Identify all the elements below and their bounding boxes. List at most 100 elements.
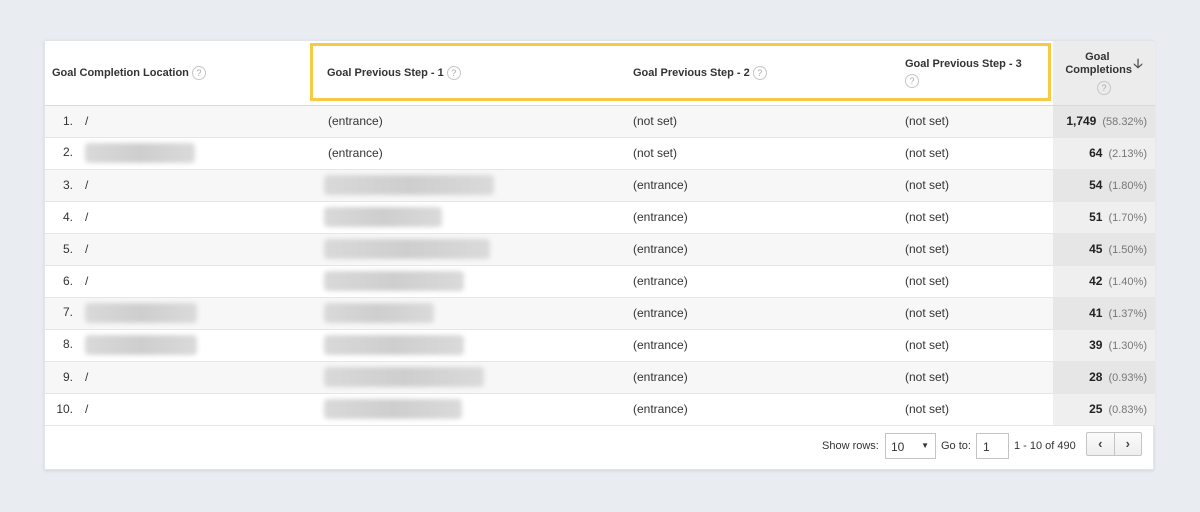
header-label: Goal Completions	[1065, 50, 1132, 76]
table-row: 7. (entrance) (not set) 41 (1.37%)	[45, 297, 1155, 330]
cell-step3: (not set)	[898, 137, 1053, 170]
step2-text: (entrance)	[633, 210, 688, 224]
cell-location: 5. /	[45, 233, 309, 266]
header-goal-previous-step-3[interactable]: Goal Previous Step - 3 ?	[898, 41, 1053, 106]
cell-step1	[309, 297, 615, 330]
goal-completions-percent: (1.40%)	[1108, 276, 1147, 288]
step2-text: (not set)	[633, 146, 678, 160]
location-text[interactable]: /	[85, 370, 88, 384]
cell-step3: (not set)	[898, 233, 1053, 266]
cell-location: 6. /	[45, 265, 309, 298]
step3-text: (not set)	[905, 210, 950, 224]
step2-text: (entrance)	[633, 370, 688, 384]
redacted-step1	[324, 207, 442, 227]
cell-step2: (entrance)	[615, 169, 898, 202]
cell-goal-completions: 39 (1.30%)	[1053, 329, 1155, 362]
step3-text: (not set)	[905, 114, 950, 128]
sort-descending-icon[interactable]: 🡣	[1133, 57, 1142, 70]
previous-page-icon[interactable]: ‹	[1087, 433, 1115, 455]
step1-text: (entrance)	[328, 114, 383, 128]
step3-text: (not set)	[905, 370, 950, 384]
row-rank: 4.	[62, 210, 73, 224]
cell-step1	[309, 233, 615, 266]
step2-text: (entrance)	[633, 338, 688, 352]
cell-step3: (not set)	[898, 265, 1053, 298]
location-text[interactable]: /	[85, 114, 88, 128]
table-row: 1. / (entrance) (not set) (not set) 1,749 (58.…	[45, 105, 1155, 138]
go-to-value: 1	[983, 440, 990, 454]
show-rows-label: Show rows:	[822, 440, 879, 452]
location-text[interactable]: /	[85, 274, 88, 288]
row-rank: 3.	[62, 178, 73, 192]
help-icon[interactable]: ?	[752, 65, 767, 80]
row-rank: 1.	[62, 114, 73, 128]
goal-completions-percent: (1.80%)	[1108, 180, 1147, 192]
cell-step2: (entrance)	[615, 201, 898, 234]
cell-step2: (entrance)	[615, 393, 898, 426]
cell-location: 10. /	[45, 393, 309, 426]
goal-completions-value: 42	[1089, 274, 1103, 288]
cell-location: 7.	[45, 297, 309, 330]
step3-text: (not set)	[905, 402, 950, 416]
header-goal-previous-step-1[interactable]: Goal Previous Step - 1?	[309, 41, 615, 106]
step2-text: (entrance)	[633, 274, 688, 288]
cell-goal-completions: 1,749 (58.32%)	[1053, 105, 1155, 138]
table-row: 9. / (entrance) (not set) 28 (0.93%)	[45, 361, 1155, 394]
location-text[interactable]: /	[85, 402, 88, 416]
cell-goal-completions: 41 (1.37%)	[1053, 297, 1155, 330]
help-icon[interactable]: ?	[1097, 80, 1111, 95]
redacted-step1	[324, 367, 484, 387]
header-goal-completion-location[interactable]: Goal Completion Location?	[45, 41, 309, 106]
goal-completions-value: 28	[1089, 370, 1103, 384]
table-row: 10. / (entrance) (not set) 25 (0.83%)	[45, 393, 1155, 426]
header-label: Goal Previous Step - 3	[905, 58, 1022, 71]
cell-location: 1. /	[45, 105, 309, 138]
row-rank: 6.	[62, 274, 73, 288]
goal-completions-value: 51	[1089, 210, 1103, 224]
help-icon[interactable]: ?	[905, 74, 919, 89]
cell-step1: (entrance)	[309, 137, 615, 170]
location-text[interactable]: /	[85, 210, 88, 224]
show-rows-select[interactable]: 10 ▼	[885, 433, 936, 459]
go-to-label: Go to:	[941, 440, 971, 452]
help-icon[interactable]: ?	[446, 65, 461, 80]
goal-completions-percent: (1.50%)	[1108, 244, 1147, 256]
table-row: 3. / (entrance) (not set) 54 (1.80%)	[45, 169, 1155, 202]
redacted-location	[85, 143, 195, 163]
row-rank: 10.	[56, 402, 73, 416]
cell-location: 9. /	[45, 361, 309, 394]
step2-text: (entrance)	[633, 306, 688, 320]
cell-step1	[309, 329, 615, 362]
dropdown-caret-icon: ▼	[921, 441, 929, 450]
header-goal-completions[interactable]: Goal Completions🡣 ?	[1053, 41, 1155, 106]
step3-text: (not set)	[905, 146, 950, 160]
cell-step2: (not set)	[615, 137, 898, 170]
location-text[interactable]: /	[85, 242, 88, 256]
goal-completions-value: 54	[1089, 178, 1103, 192]
go-to-input[interactable]: 1	[976, 433, 1009, 459]
redacted-step1	[324, 303, 434, 323]
goal-completions-percent: (0.83%)	[1108, 404, 1147, 416]
pagination-nav: ‹ ›	[1086, 432, 1142, 456]
step3-text: (not set)	[905, 178, 950, 192]
table-row: 6. / (entrance) (not set) 42 (1.40%)	[45, 265, 1155, 298]
next-page-icon[interactable]: ›	[1115, 433, 1142, 455]
step3-text: (not set)	[905, 274, 950, 288]
cell-step1	[309, 201, 615, 234]
goal-completions-percent: (1.30%)	[1108, 340, 1147, 352]
help-icon[interactable]: ?	[191, 65, 206, 80]
goal-completions-percent: (1.37%)	[1108, 308, 1147, 320]
goal-completions-percent: (0.93%)	[1108, 372, 1147, 384]
step2-text: (entrance)	[633, 402, 688, 416]
goal-completions-value: 45	[1089, 242, 1103, 256]
header-goal-previous-step-2[interactable]: Goal Previous Step - 2?	[615, 41, 898, 106]
location-text[interactable]: /	[85, 178, 88, 192]
redacted-step1	[324, 271, 464, 291]
cell-step1	[309, 265, 615, 298]
cell-step1	[309, 361, 615, 394]
cell-goal-completions: 54 (1.80%)	[1053, 169, 1155, 202]
cell-step3: (not set)	[898, 393, 1053, 426]
goal-completions-value: 1,749	[1066, 114, 1097, 128]
step1-text: (entrance)	[328, 146, 383, 160]
cell-location: 4. /	[45, 201, 309, 234]
